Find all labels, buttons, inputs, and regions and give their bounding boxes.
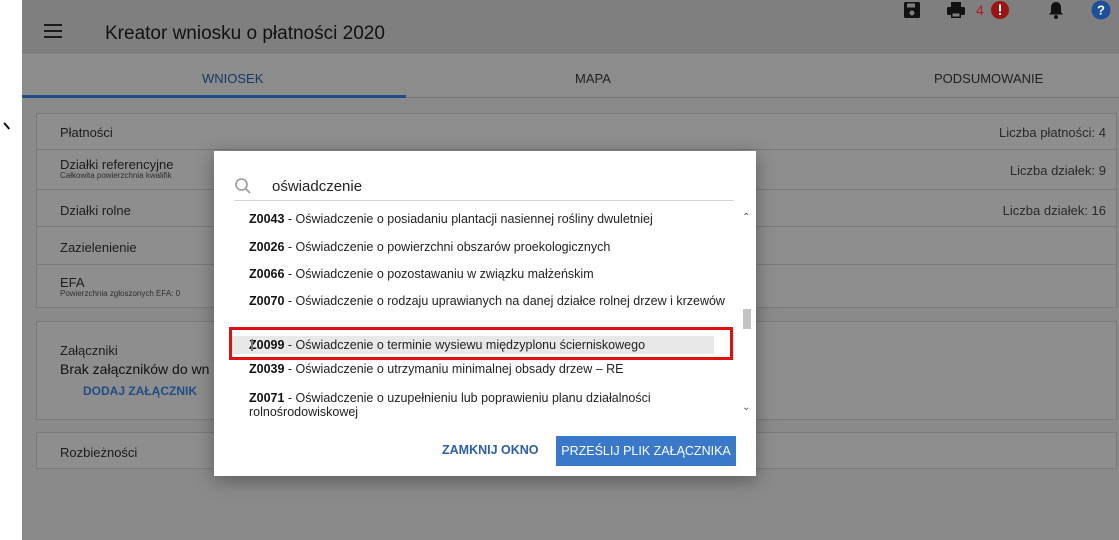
section-platnosci[interactable]: Płatności Liczba płatności: 4 [37, 114, 1116, 150]
item-text: - Oświadczenie o rodzaju uprawianych na … [284, 294, 725, 308]
section-label: Zazielenienie [60, 240, 137, 255]
section-label: Działki referencyjne [60, 157, 174, 172]
add-attachment-button[interactable]: DODAJ ZAŁĄCZNIK [83, 384, 197, 398]
highlight-annotation [229, 327, 733, 360]
section-count: Liczba działek: 16 [1002, 203, 1106, 218]
item-code: Z0070 [249, 294, 285, 308]
section-count: Liczba płatności: 4 [999, 125, 1106, 140]
menu-icon[interactable] [44, 24, 62, 38]
top-bar: Kreator wniosku o płatności 2020 4 ? [22, 0, 1119, 54]
print-icon[interactable] [946, 0, 966, 20]
section-sublabel: Całkowita powierzchnia kwalifik [60, 171, 172, 180]
section-label: EFA [60, 275, 85, 290]
upload-attachment-button[interactable]: PRZEŚLIJ PLIK ZAŁĄCZNIKA [556, 436, 736, 466]
item-text: - Oświadczenie o powierzchni obszarów pr… [284, 240, 611, 254]
back-caret-icon [3, 118, 15, 130]
active-tab-indicator [22, 95, 406, 98]
search-icon [235, 178, 251, 194]
list-item[interactable]: Z0070 - Oświadczenie o rodzaju uprawiany… [249, 294, 729, 308]
scrollbar-thumb[interactable] [743, 309, 751, 329]
chevron-up-icon[interactable]: ⌃ [742, 212, 750, 223]
item-code: Z0039 [249, 362, 285, 376]
attachment-type-dialog: Z0043 - Oświadczenie o posiadaniu planta… [214, 151, 756, 476]
attachments-empty-text: Brak załączników do wn [60, 361, 210, 377]
section-sublabel: Powierzchnia zgłoszonych EFA: 0 [60, 289, 181, 298]
item-text: - Oświadczenie o posiadaniu plantacji na… [284, 212, 653, 226]
item-code: Z0043 [249, 212, 285, 226]
search-field [234, 173, 734, 201]
tab-bar: WNIOSEK MAPA PODSUMOWANIE [22, 54, 1119, 98]
error-count: 4 [976, 2, 984, 18]
section-count: Liczba działek: 9 [1009, 163, 1106, 178]
list-item[interactable]: Z0039 - Oświadczenie o utrzymaniu minima… [249, 362, 729, 376]
option-list: Z0043 - Oświadczenie o posiadaniu planta… [214, 209, 756, 419]
page-title: Kreator wniosku o płatności 2020 [105, 23, 385, 44]
list-item[interactable]: Z0043 - Oświadczenie o posiadaniu planta… [249, 212, 729, 226]
section-label: Działki rolne [60, 203, 131, 218]
list-scrollbar[interactable]: ⌃ ⌄ [740, 208, 754, 418]
item-text: - Oświadczenie o pozostawaniu w związku … [284, 267, 594, 281]
save-icon[interactable] [902, 0, 922, 20]
list-item[interactable]: Z0026 - Oświadczenie o powierzchni obsza… [249, 240, 729, 254]
search-input[interactable] [272, 173, 712, 199]
bell-icon[interactable] [1046, 0, 1066, 20]
item-code: Z0026 [249, 240, 285, 254]
chevron-down-icon[interactable]: ⌄ [742, 402, 750, 413]
item-code: Z0066 [249, 267, 285, 281]
item-code: Z0071 [249, 391, 285, 405]
error-icon[interactable] [990, 0, 1010, 20]
close-window-button[interactable]: ZAMKNIJ OKNO [442, 443, 539, 457]
tab-mapa[interactable]: MAPA [575, 71, 611, 86]
section-label: Płatności [60, 125, 113, 140]
attachments-title: Załączniki [60, 343, 118, 358]
section-label: Rozbieżności [60, 445, 138, 460]
item-text: - Oświadczenie o utrzymaniu minimalnej o… [284, 362, 624, 376]
tab-podsumowanie[interactable]: PODSUMOWANIE [934, 71, 1043, 86]
help-icon[interactable]: ? [1091, 0, 1111, 20]
list-item[interactable]: Z0071 - Oświadczenie o uzupełnieniu lub … [249, 391, 729, 419]
list-item[interactable]: Z0066 - Oświadczenie o pozostawaniu w zw… [249, 267, 729, 281]
item-text: - Oświadczenie o uzupełnieniu lub popraw… [249, 391, 651, 419]
svg-text:?: ? [1097, 3, 1105, 18]
tab-wniosek[interactable]: WNIOSEK [202, 71, 263, 86]
